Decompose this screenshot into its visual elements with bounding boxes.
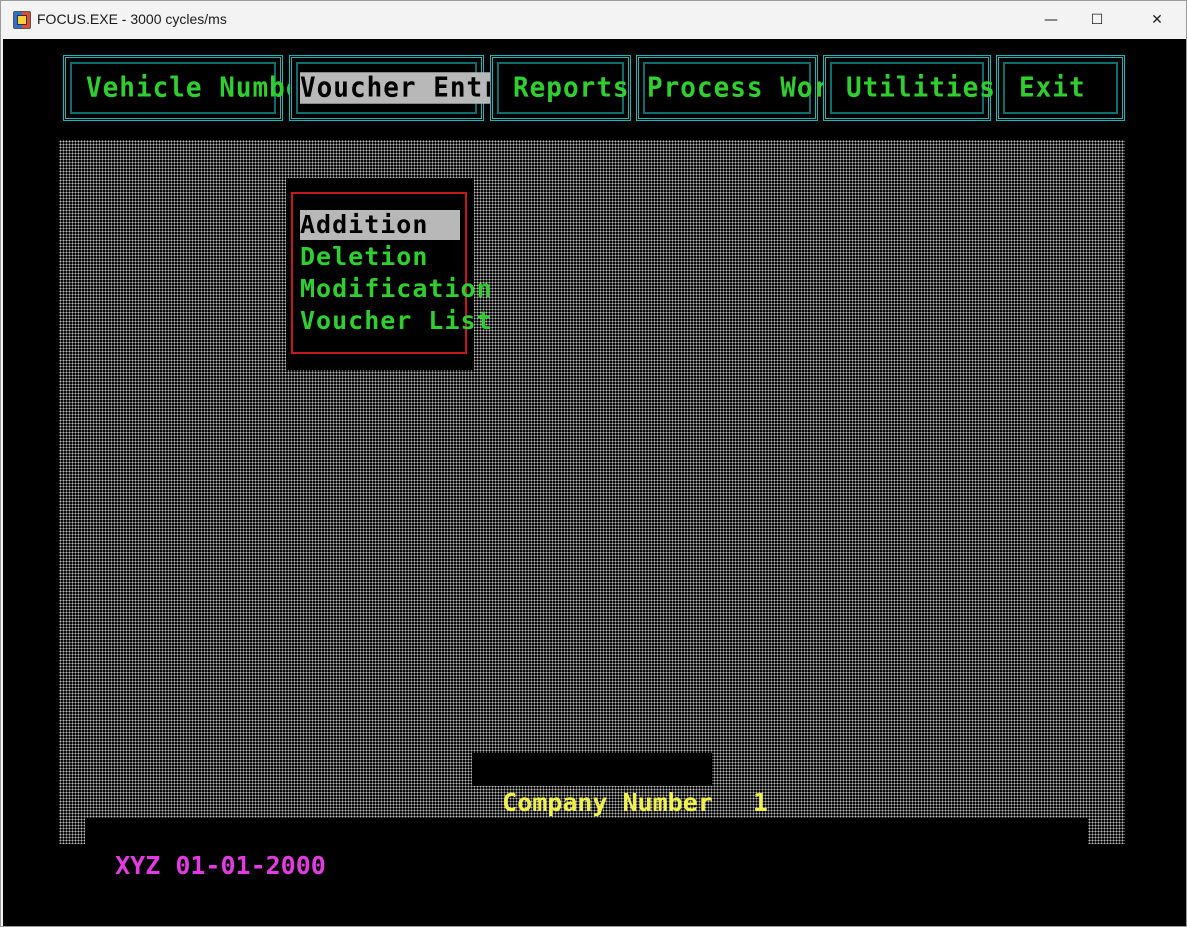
menu-voucher-entry[interactable]: Voucher Entry <box>289 55 517 121</box>
minimize-button[interactable]: — <box>1028 1 1074 38</box>
menu-process-work[interactable]: Process Work <box>636 55 846 121</box>
title-bar[interactable]: FOCUS.EXE - 3000 cycles/ms — ☐ ✕ <box>1 1 1186 38</box>
window-title: FOCUS.EXE - 3000 cycles/ms <box>37 11 227 27</box>
desktop-background <box>59 140 1125 844</box>
company-number-value: 1 <box>752 788 768 817</box>
dropdown-item-deletion[interactable]: Deletion <box>300 242 460 272</box>
voucher-entry-dropdown: Addition Deletion Modification Voucher L… <box>291 192 492 354</box>
dropdown-item-voucher-list[interactable]: Voucher List <box>300 306 492 336</box>
status-bar: XYZ 01-01-2000 <box>85 818 1088 880</box>
menu-utilities[interactable]: Utilities <box>823 55 995 121</box>
menu-vehicle-number[interactable]: Vehicle Number <box>63 55 318 121</box>
menu-label: Exit <box>1019 72 1086 104</box>
menu-reports[interactable]: Reports <box>490 55 631 121</box>
status-text: XYZ 01-01-2000 <box>115 851 326 880</box>
menu-label: Vehicle Number <box>86 72 320 104</box>
dropdown-item-addition[interactable]: Addition <box>300 210 460 240</box>
menu-label: Utilities <box>846 72 996 104</box>
maximize-button[interactable]: ☐ <box>1074 1 1120 38</box>
dropdown-item-modification[interactable]: Modification <box>300 274 492 304</box>
menu-exit[interactable]: Exit <box>996 55 1125 121</box>
menu-label: Voucher Entry <box>300 72 517 104</box>
dosbox-app-icon <box>13 11 31 29</box>
menu-label: Process Work <box>647 72 847 104</box>
close-button[interactable]: ✕ <box>1134 1 1180 38</box>
menu-label: Reports <box>513 72 630 104</box>
company-number-display: Company Number 1 <box>472 753 768 817</box>
company-number-label: Company Number <box>502 788 713 817</box>
